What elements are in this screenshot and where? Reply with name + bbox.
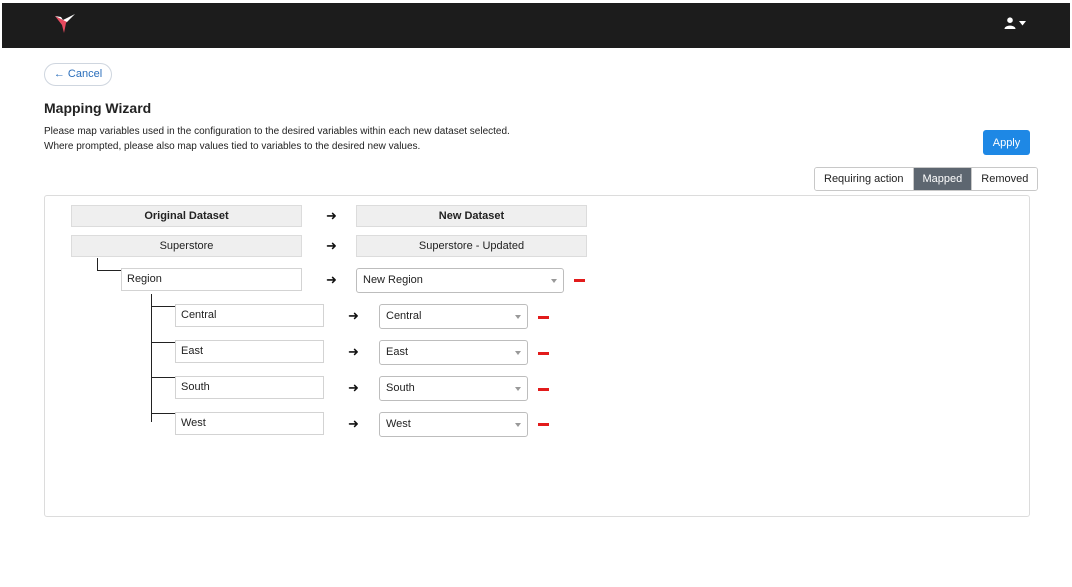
arrow-right-icon: ➜ (348, 344, 359, 359)
filter-mapped[interactable]: Mapped (912, 168, 972, 190)
new-value-select[interactable]: Central (379, 304, 528, 329)
new-dataset-name: Superstore - Updated (356, 235, 587, 257)
original-dataset-header: Original Dataset (71, 205, 302, 227)
original-value: Central (175, 304, 324, 327)
remove-variable-button[interactable] (574, 279, 585, 282)
original-value: East (175, 340, 324, 363)
chevron-down-icon (515, 422, 521, 427)
original-variable: Region (121, 268, 302, 291)
tree-connector (97, 270, 121, 271)
remove-value-button[interactable] (538, 423, 549, 426)
arrow-right-icon: ➜ (348, 416, 359, 431)
remove-value-button[interactable] (538, 352, 549, 355)
user-icon (1004, 17, 1016, 29)
apply-button[interactable]: Apply (983, 130, 1030, 155)
filter-requiring-action[interactable]: Requiring action (815, 168, 913, 190)
chevron-down-icon (551, 278, 557, 283)
cancel-button[interactable]: ← Cancel (44, 63, 112, 86)
tree-connector (151, 413, 175, 414)
mapping-panel: Original Dataset ➜ New Dataset Superstor… (44, 195, 1030, 517)
arrow-right-icon: ➜ (348, 380, 359, 395)
original-value: West (175, 412, 324, 435)
instructions: Please map variables used in the configu… (44, 124, 510, 154)
new-value-select[interactable]: East (379, 340, 528, 365)
remove-value-button[interactable] (538, 388, 549, 391)
arrow-right-icon: ➜ (348, 308, 359, 323)
tree-connector (151, 306, 175, 307)
original-dataset-name: Superstore (71, 235, 302, 257)
tree-connector (151, 294, 152, 422)
new-value: West (386, 418, 411, 430)
new-value-select[interactable]: South (379, 376, 528, 401)
original-value: South (175, 376, 324, 399)
new-value: Central (386, 310, 422, 322)
new-variable-value: New Region (363, 274, 423, 286)
hummingbird-logo-icon[interactable] (54, 13, 76, 37)
user-menu[interactable] (1004, 17, 1026, 29)
remove-value-button[interactable] (538, 316, 549, 319)
tree-connector (151, 342, 175, 343)
instructions-line-2: Where prompted, please also map values t… (44, 141, 421, 152)
top-navbar (2, 3, 1070, 48)
chevron-down-icon (515, 350, 521, 355)
chevron-down-icon (515, 314, 521, 319)
status-filter-group: Requiring action Mapped Removed (814, 167, 1039, 191)
arrow-right-icon: ➜ (326, 238, 337, 253)
tree-connector (151, 377, 175, 378)
page-title: Mapping Wizard (44, 100, 152, 116)
caret-down-icon (1019, 20, 1026, 25)
new-value: East (386, 346, 409, 358)
instructions-line-1: Please map variables used in the configu… (44, 126, 510, 137)
filter-removed[interactable]: Removed (971, 168, 1038, 190)
arrow-right-icon: ➜ (326, 208, 337, 223)
chevron-down-icon (515, 386, 521, 391)
new-value-select[interactable]: West (379, 412, 528, 437)
arrow-right-icon: ➜ (326, 272, 337, 287)
new-variable-select[interactable]: New Region (356, 268, 564, 293)
new-dataset-header: New Dataset (356, 205, 587, 227)
new-value: South (386, 382, 415, 394)
